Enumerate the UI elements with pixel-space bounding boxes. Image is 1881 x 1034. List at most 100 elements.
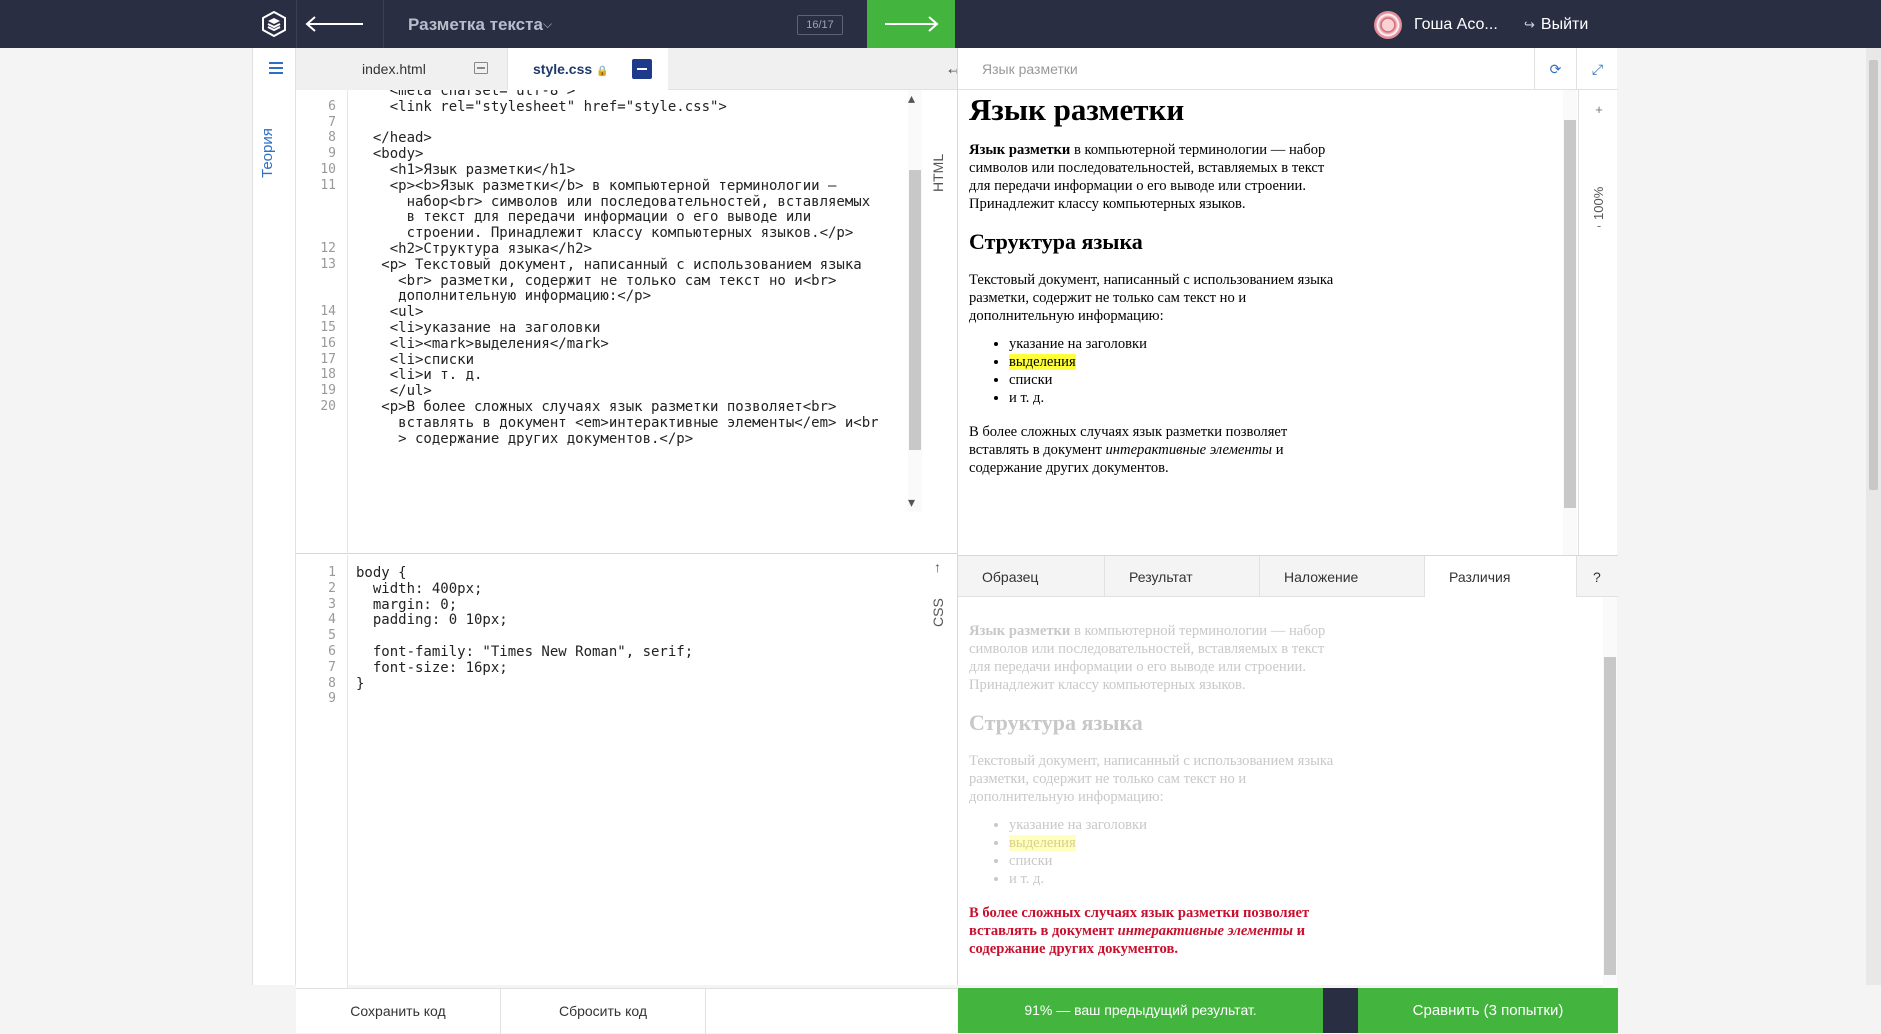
forward-arrow-icon — [885, 16, 939, 32]
line-number: 4 — [328, 612, 336, 628]
css-code-pane[interactable]: 1 body {2 width: 400px; 3 margin: 0; 4 padd… — [296, 555, 957, 988]
css-label: CSS — [930, 598, 946, 627]
tab-label: style.css — [533, 61, 593, 77]
help-button[interactable]: ? — [1577, 556, 1618, 597]
refresh-icon[interactable]: ⟳ — [1534, 48, 1576, 90]
line-number: 6 — [328, 644, 336, 659]
diff-render: Язык разметки в компьютерной терминологи… — [958, 597, 1598, 988]
code-text: > содержание других документов.</p> — [356, 430, 694, 447]
code-text: width: 400px; — [356, 580, 483, 597]
list-item: и т. д. — [1009, 389, 1389, 407]
page-scroll-thumb[interactable] — [1869, 60, 1878, 490]
line-number: 12 — [320, 241, 336, 256]
code-text: <li><mark>выделения</mark> — [356, 335, 609, 352]
task-title[interactable]: Разметка текста — [408, 15, 543, 35]
preview-footer: 91% — ваш предыдущий результат. Сравнить… — [958, 988, 1618, 1033]
fullscreen-icon[interactable]: ⤢ — [1576, 48, 1618, 90]
list-item: указание на заголовки — [1009, 335, 1389, 353]
code-text: строении. Принадлежит классу компьютерны… — [356, 225, 854, 242]
line-number: 9 — [328, 691, 336, 707]
code-text: </head> — [356, 130, 432, 147]
code-text: дополнительную информацию:</p> — [356, 288, 652, 305]
next-button[interactable] — [867, 0, 955, 48]
menu-icon[interactable] — [269, 62, 283, 77]
layout-toggle-icon[interactable] — [632, 59, 652, 79]
logo-icon[interactable] — [261, 11, 287, 37]
tab-result[interactable]: Результат — [1105, 556, 1260, 597]
logout-button[interactable]: ↪ Выйти — [1524, 16, 1588, 34]
scroll-up-icon[interactable]: ▴ — [908, 90, 915, 107]
code-text: <ul> — [356, 304, 424, 321]
save-code-button[interactable]: Сохранить код — [296, 989, 501, 1034]
zoom-in-button[interactable]: + — [1579, 102, 1619, 117]
task-counter: 16/17 — [797, 15, 843, 35]
preview-header: Язык разметки ⟳ ⤢ — [958, 48, 1618, 90]
html-code-pane[interactable]: <meta charset="utf-8"> 6 <link rel="style… — [296, 90, 957, 554]
code-text: font-size: 16px; — [356, 659, 508, 676]
code-text: <p>В более сложных случаях язык разметки… — [356, 399, 837, 415]
diff-scroll-thumb[interactable] — [1604, 657, 1616, 975]
compare-button[interactable]: Сравнить (3 попытки) — [1358, 988, 1618, 1033]
code-text: <meta charset="utf-8"> — [356, 90, 576, 99]
top-bar: Разметка текста ⌵ 16/17 Гоша Асо... ↪ Вый… — [0, 0, 1881, 48]
code-text: <h1>Язык разметки</h1> — [356, 162, 576, 178]
scroll-down-icon[interactable]: ▾ — [908, 494, 915, 511]
page-scrollbar[interactable] — [1866, 48, 1881, 985]
layout-toggle-icon[interactable] — [474, 62, 488, 74]
zoom-controls: + 100% - — [1578, 90, 1618, 555]
code-text: body { — [356, 565, 407, 581]
preview-paragraph-1: Язык разметки в компьютерной терминологи… — [969, 142, 1326, 212]
reset-code-button[interactable]: Сбросить код — [501, 989, 706, 1034]
collapse-up-icon[interactable]: ↑ — [934, 559, 941, 575]
code-line[interactable]: > содержание других документов.</p> — [296, 431, 906, 450]
back-arrow-icon[interactable] — [303, 12, 367, 36]
line-number: 3 — [328, 596, 336, 612]
line-number: 19 — [320, 383, 336, 399]
logout-icon: ↪ — [1524, 17, 1535, 32]
code-text: </ul> — [356, 383, 432, 400]
code-text: font-family: "Times New Roman", serif; — [356, 644, 694, 660]
diff-paragraph-1: Язык разметки в компьютерной терминологи… — [969, 623, 1326, 693]
theory-tab[interactable]: Теория — [259, 128, 276, 178]
tab-sample[interactable]: Образец — [958, 556, 1105, 597]
zoom-out-button[interactable]: - — [1579, 218, 1619, 233]
zoom-level: 100% — [1591, 186, 1606, 220]
preview-scroll-thumb[interactable] — [1564, 120, 1576, 508]
preview-paragraph-3: В более сложных случаях язык разметки по… — [969, 424, 1288, 476]
list-item: выделения — [1009, 353, 1389, 371]
diff-h2: Структура языка — [969, 710, 1143, 735]
list-item: указание на заголовки — [1009, 816, 1389, 834]
line-number: 20 — [320, 399, 336, 414]
tab-index-html[interactable]: index.html — [296, 48, 508, 90]
chevron-down-icon[interactable]: ⌵ — [543, 17, 552, 32]
line-number: 1 — [328, 565, 336, 580]
list-item: и т. д. — [1009, 870, 1389, 888]
previous-result-label: 91% — ваш предыдущий результат. — [958, 988, 1323, 1033]
code-text: <h2>Структура языка</h2> — [356, 241, 593, 257]
tab-style-css[interactable]: style.css 🔒 — [508, 48, 668, 90]
list-item: списки — [1009, 371, 1389, 389]
code-text: <p> Текстовый документ, написанный с исп… — [356, 256, 862, 273]
code-line[interactable]: 9 — [296, 691, 906, 710]
preview-panel: Язык разметки ⟳ ⤢ Язык разметки Язык раз… — [957, 48, 1618, 1033]
preview-list: указание на заголовки выделения списки и… — [969, 335, 1389, 407]
tab-differences[interactable]: Различия — [1425, 556, 1577, 597]
code-text: <br> разметки, содержит не только сам те… — [356, 272, 837, 289]
diff-list: указание на заголовки выделения списки и… — [969, 816, 1389, 888]
line-number: 8 — [328, 130, 336, 146]
file-tabs: index.html style.css 🔒 — [296, 48, 957, 90]
code-text: } — [356, 675, 365, 692]
code-text: набор<br> символов или последовательност… — [356, 193, 871, 210]
line-number: 2 — [328, 580, 336, 596]
user-name[interactable]: Гоша Асо... — [1414, 16, 1498, 34]
line-number: 7 — [328, 114, 336, 130]
list-item: выделения — [1009, 834, 1389, 852]
avatar[interactable] — [1374, 11, 1402, 39]
line-number: 16 — [320, 335, 336, 351]
code-text: <p><b>Язык разметки</b> в компьютерной т… — [356, 177, 837, 194]
compare-tabs: Образец Результат Наложение Различия ? — [958, 555, 1618, 597]
html-scroll-thumb[interactable] — [909, 170, 921, 450]
diff-scrollbar[interactable] — [1603, 597, 1617, 988]
line-number: 18 — [320, 367, 336, 383]
tab-overlay[interactable]: Наложение — [1260, 556, 1425, 597]
